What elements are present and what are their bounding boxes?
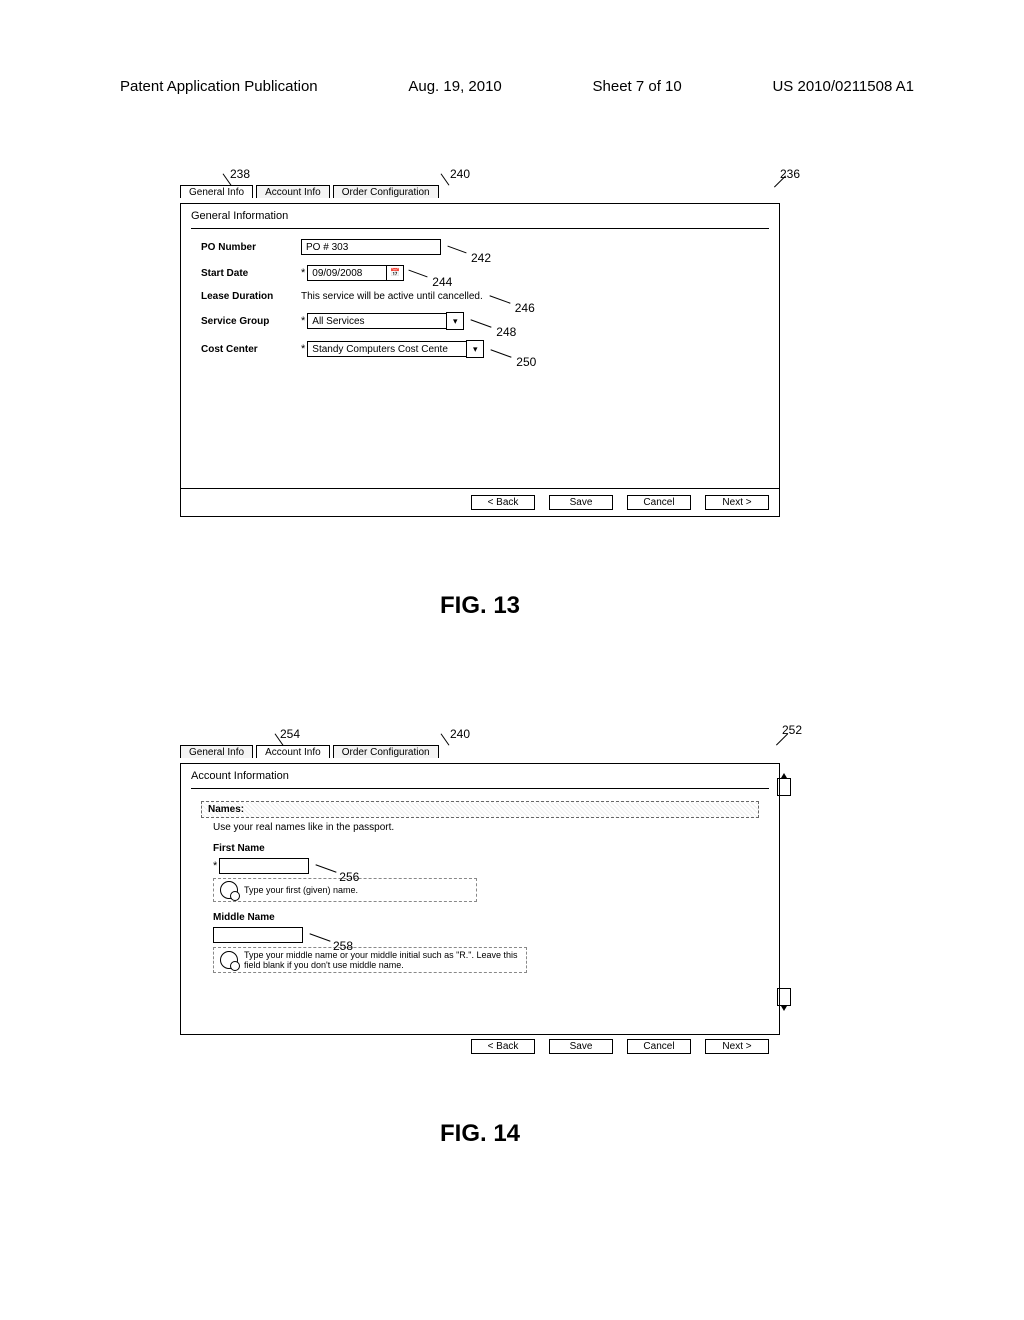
pub-no: US 2010/0211508 A1 — [772, 78, 914, 95]
names-section-header: Names: — [201, 801, 759, 818]
label-start-date: Start Date — [201, 268, 301, 279]
callout-248: 248 — [496, 325, 516, 339]
lead-256 — [316, 864, 337, 872]
block-first-name: First Name * 256 Type your first (given)… — [213, 843, 747, 902]
lead-250 — [491, 349, 512, 357]
label-lease: Lease Duration — [201, 291, 301, 302]
service-group-input[interactable] — [307, 313, 447, 329]
callout-238: 238 — [230, 167, 250, 181]
scroll-up-icon[interactable] — [777, 778, 791, 796]
fig14-caption: FIG. 14 — [440, 1120, 520, 1148]
cost-center-input[interactable] — [307, 341, 467, 357]
required-first: * — [213, 860, 217, 872]
tab-bar-fig14: General Info Account Info Order Configur… — [180, 745, 780, 763]
row-start-date: Start Date * 📅 244 — [201, 265, 759, 281]
cancel-button[interactable]: Cancel — [627, 1039, 691, 1054]
next-button[interactable]: Next > — [705, 1039, 769, 1054]
tab-account-info[interactable]: Account Info — [256, 185, 330, 198]
row-cost-center: Cost Center * ▾ 250 — [201, 340, 759, 358]
page-header: Patent Application Publication Aug. 19, … — [120, 78, 914, 95]
lead-242 — [447, 246, 466, 254]
back-button[interactable]: < Back — [471, 495, 535, 510]
middle-name-input[interactable] — [213, 927, 303, 943]
panel-body-fig14: Account Information Names: Use your real… — [180, 763, 780, 1035]
section-title-fig14: Account Information — [191, 770, 769, 789]
cost-center-select[interactable]: ▾ — [307, 340, 484, 358]
pub-date: Aug. 19, 2010 — [408, 78, 501, 95]
save-button[interactable]: Save — [549, 1039, 613, 1054]
next-button[interactable]: Next > — [705, 495, 769, 510]
service-group-select[interactable]: ▾ — [307, 312, 464, 330]
required-cost: * — [301, 343, 305, 355]
po-number-input[interactable] — [301, 239, 441, 255]
row-service-group: Service Group * ▾ 248 — [201, 312, 759, 330]
lead-240-fig14 — [441, 733, 450, 745]
lead-244 — [409, 270, 428, 278]
lead-240-fig13 — [441, 173, 450, 185]
tab-bar-fig13: General Info Account Info Order Configur… — [180, 185, 780, 203]
fig13-caption: FIG. 13 — [440, 592, 520, 620]
save-button[interactable]: Save — [549, 495, 613, 510]
start-date-input[interactable] — [307, 265, 387, 281]
tab-account-info[interactable]: Account Info — [256, 745, 330, 758]
scroll-down-icon[interactable] — [777, 988, 791, 1006]
callout-250: 250 — [516, 355, 536, 369]
callout-242: 242 — [471, 251, 491, 265]
block-middle-name: Middle Name 258 Type your middle name or… — [213, 912, 747, 973]
lead-258 — [309, 933, 330, 941]
calendar-icon[interactable]: 📅 — [386, 265, 404, 281]
lead-248 — [471, 319, 492, 327]
callout-254: 254 — [280, 727, 300, 741]
first-name-input[interactable] — [219, 858, 309, 874]
back-button[interactable]: < Back — [471, 1039, 535, 1054]
cancel-button[interactable]: Cancel — [627, 495, 691, 510]
fig14-panel: 254 240 252 General Info Account Info Or… — [180, 745, 780, 1055]
label-middle-name: Middle Name — [213, 912, 747, 923]
callout-240-fig14: 240 — [450, 727, 470, 741]
tab-order-config[interactable]: Order Configuration — [333, 185, 439, 198]
required-start: * — [301, 267, 305, 279]
callout-240: 240 — [450, 167, 470, 181]
pub-left: Patent Application Publication — [120, 78, 318, 95]
lease-duration-text: This service will be active until cancel… — [301, 291, 483, 302]
label-first-name: First Name — [213, 843, 747, 854]
info-icon — [220, 951, 238, 969]
label-cost-center: Cost Center — [201, 344, 301, 355]
middle-name-tip: Type your middle name or your middle ini… — [213, 947, 527, 973]
row-po-number: PO Number 242 — [201, 239, 759, 255]
callout-258: 258 — [333, 939, 353, 953]
first-name-tip-text: Type your first (given) name. — [244, 885, 358, 895]
pub-sheet: Sheet 7 of 10 — [593, 78, 682, 95]
callout-246: 246 — [515, 301, 535, 315]
label-po-number: PO Number — [201, 242, 301, 253]
fig13-panel: 238 240 236 General Info Account Info Or… — [180, 185, 780, 540]
required-service: * — [301, 315, 305, 327]
callout-256: 256 — [339, 870, 359, 884]
chevron-down-icon[interactable]: ▾ — [466, 340, 484, 358]
callout-244: 244 — [432, 275, 452, 289]
tab-order-config[interactable]: Order Configuration — [333, 745, 439, 758]
chevron-down-icon[interactable]: ▾ — [446, 312, 464, 330]
label-service-group: Service Group — [201, 316, 301, 327]
names-hint: Use your real names like in the passport… — [213, 822, 747, 833]
lead-246 — [489, 295, 510, 303]
tab-general-info[interactable]: General Info — [180, 185, 253, 198]
info-icon — [220, 881, 238, 899]
form-rows-fig13: PO Number 242 Start Date * 📅 244 Lease D… — [191, 229, 769, 358]
tab-general-info[interactable]: General Info — [180, 745, 253, 758]
middle-name-tip-text: Type your middle name or your middle ini… — [244, 950, 520, 970]
row-lease-duration: Lease Duration This service will be acti… — [201, 291, 759, 302]
panel-body-fig13: General Information PO Number 242 Start … — [180, 203, 780, 517]
section-title-fig13: General Information — [191, 210, 769, 229]
